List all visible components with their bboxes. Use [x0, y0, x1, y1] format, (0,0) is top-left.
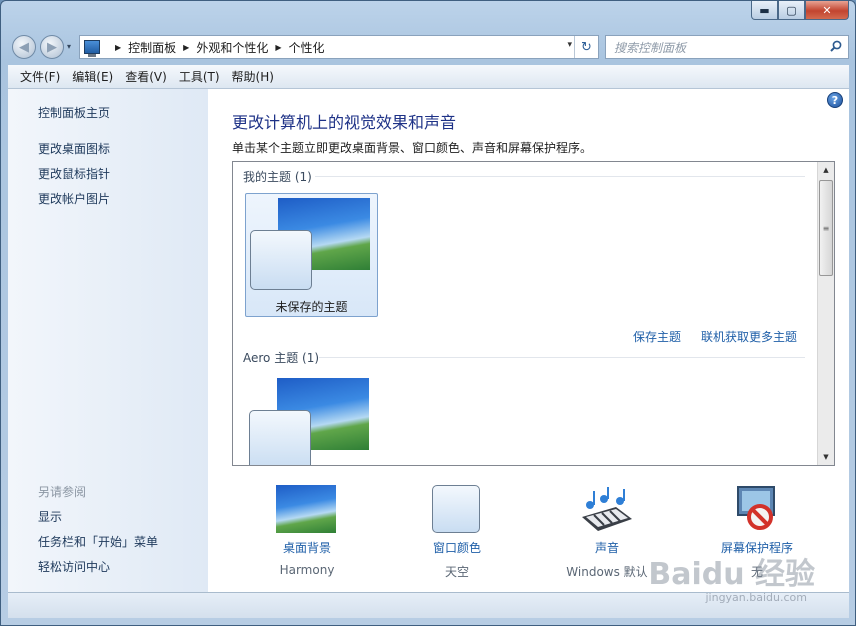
desktop-background-value: Harmony: [279, 563, 335, 577]
watermark: Baidu 经验: [648, 557, 815, 592]
search-box[interactable]: 搜索控制面板: [605, 35, 849, 59]
menu-bar: 文件(F) 编辑(E) 查看(V) 工具(T) 帮助(H): [8, 65, 849, 89]
page-description: 单击某个主题立即更改桌面背景、窗口颜色、声音和屏幕保护程序。: [232, 141, 593, 155]
screen-saver-icon: [737, 486, 775, 530]
sidebar: 控制面板主页 更改桌面图标 更改鼠标指针 更改帐户图片 另请参阅 显示 任务栏和…: [8, 89, 208, 592]
window-color-label[interactable]: 窗口颜色: [382, 539, 532, 556]
maximize-button[interactable]: ▢: [778, 1, 805, 20]
theme-tile-aero[interactable]: [245, 374, 378, 465]
forward-button[interactable]: ▶: [40, 35, 64, 59]
breadcrumb-control-panel[interactable]: 控制面板: [128, 39, 176, 56]
address-dropdown[interactable]: ▾: [567, 40, 572, 50]
desktop-background-icon: [276, 485, 336, 533]
theme-list: 我的主题 (1) 未保存的主题 保存主题 联机获取更多主题 Aero 主题 (1…: [232, 161, 835, 466]
menu-edit[interactable]: 编辑(E): [66, 68, 119, 85]
my-themes-group-label: 我的主题 (1): [243, 170, 312, 184]
theme-tile-label: 未保存的主题: [275, 300, 348, 314]
sidebar-link-account-picture[interactable]: 更改帐户图片: [38, 190, 110, 207]
menu-help[interactable]: 帮助(H): [226, 68, 280, 85]
control-panel-icon: [84, 40, 100, 57]
sidebar-link-desktop-icons[interactable]: 更改桌面图标: [38, 140, 110, 157]
menu-view[interactable]: 查看(V): [119, 68, 173, 85]
content-area: 控制面板主页 更改桌面图标 更改鼠标指针 更改帐户图片 另请参阅 显示 任务栏和…: [8, 89, 849, 592]
help-icon[interactable]: ?: [827, 92, 843, 108]
sidebar-link-taskbar-start-menu[interactable]: 任务栏和「开始」菜单: [38, 533, 158, 550]
theme-tile-unsaved[interactable]: 未保存的主题: [245, 193, 378, 317]
watermark-url: jingyan.baidu.com: [705, 591, 807, 604]
see-also-header: 另请参阅: [38, 485, 87, 499]
search-icon[interactable]: [830, 40, 842, 52]
forward-arrow-icon: ▶: [47, 39, 57, 55]
recent-pages-dropdown[interactable]: ▾: [67, 42, 71, 51]
navigation-toolbar: ◀ ▶ ▾ ▶ 控制面板 ▶ 外观和个性化 ▶ 个性化 ▾ ↻ 搜索控制面板: [9, 33, 849, 61]
sidebar-link-mouse-pointers[interactable]: 更改鼠标指针: [38, 165, 110, 182]
desktop-background-label[interactable]: 桌面背景: [232, 539, 382, 556]
search-input[interactable]: 搜索控制面板: [614, 39, 686, 56]
breadcrumb-appearance[interactable]: 外观和个性化: [196, 39, 268, 56]
aero-themes-group-label: Aero 主题 (1): [243, 351, 320, 365]
theme-window-color-thumbnail: [250, 230, 312, 290]
group-divider: [315, 176, 805, 177]
page-title: 更改计算机上的视觉效果和声音: [232, 113, 457, 132]
menu-file[interactable]: 文件(F): [14, 68, 66, 85]
back-button[interactable]: ◀: [12, 35, 36, 59]
scroll-up-arrow-icon[interactable]: ▲: [818, 162, 834, 178]
sounds-icon: [582, 487, 632, 531]
scroll-grip-icon: ≡: [822, 223, 830, 233]
get-more-themes-online-link[interactable]: 联机获取更多主题: [701, 328, 797, 345]
menu-tools[interactable]: 工具(T): [173, 68, 226, 85]
theme-window-color-thumbnail: [249, 410, 311, 465]
breadcrumb-separator[interactable]: ▶: [275, 43, 281, 52]
save-theme-link[interactable]: 保存主题: [633, 328, 681, 345]
sidebar-link-ease-of-access[interactable]: 轻松访问中心: [38, 558, 110, 575]
sidebar-link-control-panel-home[interactable]: 控制面板主页: [38, 104, 110, 121]
theme-list-scrollbar[interactable]: ▲ ≡ ▼: [817, 162, 834, 465]
sidebar-link-display[interactable]: 显示: [38, 508, 62, 525]
window: ▬ ▢ ✕ ◀ ▶ ▾ ▶ 控制面板 ▶ 外观和个性化 ▶ 个性化 ▾ ↻ 搜索…: [0, 0, 856, 626]
breadcrumb-personalization[interactable]: 个性化: [289, 39, 325, 56]
group-divider: [319, 357, 805, 358]
scroll-thumb[interactable]: ≡: [819, 180, 833, 276]
address-bar[interactable]: ▶ 控制面板 ▶ 外观和个性化 ▶ 个性化 ▾ ↻: [79, 35, 599, 59]
back-arrow-icon: ◀: [19, 39, 29, 55]
refresh-button[interactable]: ↻: [574, 36, 598, 58]
window-color-value: 天空: [444, 565, 469, 579]
breadcrumb-separator[interactable]: ▶: [183, 43, 189, 52]
minimize-button[interactable]: ▬: [751, 1, 778, 20]
breadcrumb-separator[interactable]: ▶: [115, 43, 121, 52]
caption-buttons: ▬ ▢ ✕: [751, 1, 849, 20]
scroll-down-arrow-icon[interactable]: ▼: [818, 449, 834, 465]
window-color-icon: [432, 485, 480, 533]
close-button[interactable]: ✕: [805, 1, 849, 20]
